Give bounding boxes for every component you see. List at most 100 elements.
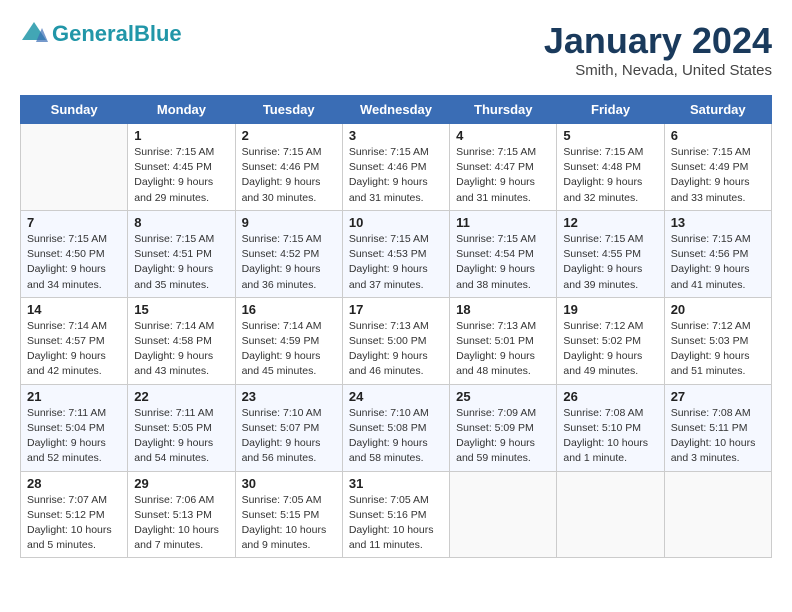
day-info: Sunrise: 7:15 AM Sunset: 4:46 PM Dayligh…	[349, 145, 443, 206]
calendar-cell: 23 Sunrise: 7:10 AM Sunset: 5:07 PM Dayli…	[235, 384, 342, 471]
day-number: 11	[456, 215, 550, 230]
day-number: 28	[27, 476, 121, 491]
column-header-sunday: Sunday	[21, 96, 128, 124]
day-number: 7	[27, 215, 121, 230]
calendar-cell: 10 Sunrise: 7:15 AM Sunset: 4:53 PM Dayli…	[342, 210, 449, 297]
day-info: Sunrise: 7:11 AM Sunset: 5:05 PM Dayligh…	[134, 406, 228, 467]
day-number: 17	[349, 302, 443, 317]
logo-line2: Blue	[134, 21, 182, 46]
calendar-cell: 7 Sunrise: 7:15 AM Sunset: 4:50 PM Daylig…	[21, 210, 128, 297]
location: Smith, Nevada, United States	[544, 62, 772, 79]
day-number: 23	[242, 389, 336, 404]
day-number: 18	[456, 302, 550, 317]
calendar-cell: 20 Sunrise: 7:12 AM Sunset: 5:03 PM Dayli…	[664, 297, 771, 384]
day-number: 30	[242, 476, 336, 491]
logo-line1: General	[52, 21, 134, 46]
calendar-cell	[557, 471, 664, 558]
day-info: Sunrise: 7:14 AM Sunset: 4:58 PM Dayligh…	[134, 319, 228, 380]
calendar-cell: 2Sunrise: 7:15 AM Sunset: 4:46 PM Daylig…	[235, 124, 342, 211]
header-row: SundayMondayTuesdayWednesdayThursdayFrid…	[21, 96, 772, 124]
calendar-cell: 21Sunrise: 7:11 AM Sunset: 5:04 PM Dayli…	[21, 384, 128, 471]
day-info: Sunrise: 7:05 AM Sunset: 5:15 PM Dayligh…	[242, 493, 336, 554]
day-info: Sunrise: 7:15 AM Sunset: 4:53 PM Dayligh…	[349, 232, 443, 293]
calendar-cell: 31 Sunrise: 7:05 AM Sunset: 5:16 PM Dayli…	[342, 471, 449, 558]
day-number: 27	[671, 389, 765, 404]
calendar-cell	[21, 124, 128, 211]
day-number: 19	[563, 302, 657, 317]
day-info: Sunrise: 7:15 AM Sunset: 4:52 PM Dayligh…	[242, 232, 336, 293]
day-info: Sunrise: 7:15 AM Sunset: 4:54 PM Dayligh…	[456, 232, 550, 293]
day-info: Sunrise: 7:15 AM Sunset: 4:51 PM Dayligh…	[134, 232, 228, 293]
day-number: 15	[134, 302, 228, 317]
column-header-monday: Monday	[128, 96, 235, 124]
week-row-3: 14Sunrise: 7:14 AM Sunset: 4:57 PM Dayli…	[21, 297, 772, 384]
calendar-cell: 1 Sunrise: 7:15 AM Sunset: 4:45 PM Daylig…	[128, 124, 235, 211]
week-row-1: 1 Sunrise: 7:15 AM Sunset: 4:45 PM Daylig…	[21, 124, 772, 211]
calendar-cell: 14Sunrise: 7:14 AM Sunset: 4:57 PM Dayli…	[21, 297, 128, 384]
day-info: Sunrise: 7:05 AM Sunset: 5:16 PM Dayligh…	[349, 493, 443, 554]
day-info: Sunrise: 7:12 AM Sunset: 5:02 PM Dayligh…	[563, 319, 657, 380]
day-number: 31	[349, 476, 443, 491]
calendar-cell: 18 Sunrise: 7:13 AM Sunset: 5:01 PM Dayli…	[450, 297, 557, 384]
day-number: 4	[456, 128, 550, 143]
day-info: Sunrise: 7:08 AM Sunset: 5:11 PM Dayligh…	[671, 406, 765, 467]
day-number: 26	[563, 389, 657, 404]
day-info: Sunrise: 7:14 AM Sunset: 4:57 PM Dayligh…	[27, 319, 121, 380]
column-header-friday: Friday	[557, 96, 664, 124]
title-block: January 2024 Smith, Nevada, United State…	[544, 20, 772, 79]
month-title: January 2024	[544, 20, 772, 62]
calendar-cell: 30 Sunrise: 7:05 AM Sunset: 5:15 PM Dayli…	[235, 471, 342, 558]
day-info: Sunrise: 7:12 AM Sunset: 5:03 PM Dayligh…	[671, 319, 765, 380]
day-number: 1	[134, 128, 228, 143]
calendar-cell: 16Sunrise: 7:14 AM Sunset: 4:59 PM Dayli…	[235, 297, 342, 384]
calendar-cell: 12 Sunrise: 7:15 AM Sunset: 4:55 PM Dayli…	[557, 210, 664, 297]
day-info: Sunrise: 7:15 AM Sunset: 4:46 PM Dayligh…	[242, 145, 336, 206]
calendar-cell: 28 Sunrise: 7:07 AM Sunset: 5:12 PM Dayli…	[21, 471, 128, 558]
day-number: 12	[563, 215, 657, 230]
calendar-cell: 29 Sunrise: 7:06 AM Sunset: 5:13 PM Dayli…	[128, 471, 235, 558]
day-info: Sunrise: 7:15 AM Sunset: 4:55 PM Dayligh…	[563, 232, 657, 293]
day-info: Sunrise: 7:15 AM Sunset: 4:50 PM Dayligh…	[27, 232, 121, 293]
calendar-cell: 26 Sunrise: 7:08 AM Sunset: 5:10 PM Dayli…	[557, 384, 664, 471]
column-header-wednesday: Wednesday	[342, 96, 449, 124]
day-info: Sunrise: 7:15 AM Sunset: 4:56 PM Dayligh…	[671, 232, 765, 293]
day-number: 10	[349, 215, 443, 230]
column-header-tuesday: Tuesday	[235, 96, 342, 124]
calendar-header: SundayMondayTuesdayWednesdayThursdayFrid…	[21, 96, 772, 124]
day-info: Sunrise: 7:15 AM Sunset: 4:47 PM Dayligh…	[456, 145, 550, 206]
calendar-cell: 11 Sunrise: 7:15 AM Sunset: 4:54 PM Dayli…	[450, 210, 557, 297]
week-row-5: 28 Sunrise: 7:07 AM Sunset: 5:12 PM Dayli…	[21, 471, 772, 558]
calendar-cell: 6Sunrise: 7:15 AM Sunset: 4:49 PM Daylig…	[664, 124, 771, 211]
day-number: 25	[456, 389, 550, 404]
day-info: Sunrise: 7:13 AM Sunset: 5:01 PM Dayligh…	[456, 319, 550, 380]
day-info: Sunrise: 7:08 AM Sunset: 5:10 PM Dayligh…	[563, 406, 657, 467]
calendar-cell: 13Sunrise: 7:15 AM Sunset: 4:56 PM Dayli…	[664, 210, 771, 297]
day-number: 24	[349, 389, 443, 404]
day-info: Sunrise: 7:10 AM Sunset: 5:08 PM Dayligh…	[349, 406, 443, 467]
day-info: Sunrise: 7:07 AM Sunset: 5:12 PM Dayligh…	[27, 493, 121, 554]
day-info: Sunrise: 7:15 AM Sunset: 4:49 PM Dayligh…	[671, 145, 765, 206]
calendar-cell: 25 Sunrise: 7:09 AM Sunset: 5:09 PM Dayli…	[450, 384, 557, 471]
calendar-body: 1 Sunrise: 7:15 AM Sunset: 4:45 PM Daylig…	[21, 124, 772, 558]
calendar-cell: 17Sunrise: 7:13 AM Sunset: 5:00 PM Dayli…	[342, 297, 449, 384]
day-info: Sunrise: 7:06 AM Sunset: 5:13 PM Dayligh…	[134, 493, 228, 554]
column-header-thursday: Thursday	[450, 96, 557, 124]
day-number: 22	[134, 389, 228, 404]
calendar-cell: 19 Sunrise: 7:12 AM Sunset: 5:02 PM Dayli…	[557, 297, 664, 384]
day-info: Sunrise: 7:11 AM Sunset: 5:04 PM Dayligh…	[27, 406, 121, 467]
calendar-cell: 15 Sunrise: 7:14 AM Sunset: 4:58 PM Dayli…	[128, 297, 235, 384]
calendar-cell: 24 Sunrise: 7:10 AM Sunset: 5:08 PM Dayli…	[342, 384, 449, 471]
calendar-cell: 5Sunrise: 7:15 AM Sunset: 4:48 PM Daylig…	[557, 124, 664, 211]
day-info: Sunrise: 7:10 AM Sunset: 5:07 PM Dayligh…	[242, 406, 336, 467]
calendar-cell	[664, 471, 771, 558]
day-number: 3	[349, 128, 443, 143]
week-row-4: 21Sunrise: 7:11 AM Sunset: 5:04 PM Dayli…	[21, 384, 772, 471]
calendar-cell: 8Sunrise: 7:15 AM Sunset: 4:51 PM Daylig…	[128, 210, 235, 297]
calendar-cell: 4 Sunrise: 7:15 AM Sunset: 4:47 PM Daylig…	[450, 124, 557, 211]
day-info: Sunrise: 7:14 AM Sunset: 4:59 PM Dayligh…	[242, 319, 336, 380]
day-info: Sunrise: 7:09 AM Sunset: 5:09 PM Dayligh…	[456, 406, 550, 467]
day-number: 20	[671, 302, 765, 317]
calendar-cell: 9Sunrise: 7:15 AM Sunset: 4:52 PM Daylig…	[235, 210, 342, 297]
day-number: 29	[134, 476, 228, 491]
day-info: Sunrise: 7:15 AM Sunset: 4:45 PM Dayligh…	[134, 145, 228, 206]
